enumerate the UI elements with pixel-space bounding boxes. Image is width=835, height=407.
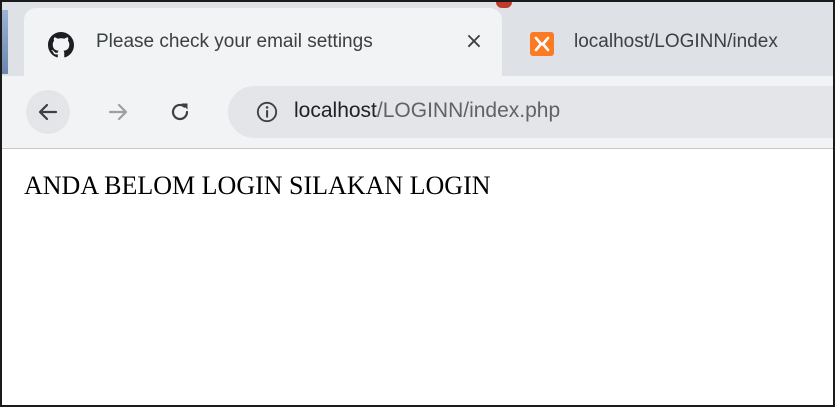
xampp-icon	[530, 32, 554, 56]
tab-strip-accent	[496, 2, 512, 8]
tab-github[interactable]: Please check your email settings ×	[24, 8, 502, 76]
browser-window: Please check your email settings × local…	[0, 0, 835, 407]
arrow-right-icon	[108, 103, 128, 121]
tab-title: localhost/LOGINN/index	[574, 31, 778, 52]
github-icon	[48, 32, 74, 58]
address-bar[interactable]: localhost/LOGINN/index.php	[228, 86, 833, 138]
forward-button[interactable]	[96, 90, 140, 134]
tab-localhost[interactable]: localhost/LOGINN/index	[512, 8, 833, 76]
login-message: ANDA BELOM LOGIN SILAKAN LOGIN	[24, 171, 491, 200]
back-button[interactable]	[26, 90, 70, 134]
reload-icon	[171, 103, 189, 121]
close-icon[interactable]: ×	[460, 28, 488, 56]
tab-title: Please check your email settings	[96, 31, 373, 52]
info-icon[interactable]	[256, 101, 278, 123]
url-path: /LOGINN/index.php	[376, 99, 561, 122]
url-text: localhost/LOGINN/index.php	[294, 99, 560, 123]
window-edge-accent	[2, 10, 8, 74]
toolbar: localhost/LOGINN/index.php	[2, 76, 833, 149]
url-host: localhost	[294, 99, 377, 122]
arrow-left-icon	[38, 103, 58, 121]
reload-button[interactable]	[158, 90, 202, 134]
tab-strip: Please check your email settings × local…	[2, 2, 833, 76]
page-content: ANDA BELOM LOGIN SILAKAN LOGIN	[2, 149, 833, 405]
